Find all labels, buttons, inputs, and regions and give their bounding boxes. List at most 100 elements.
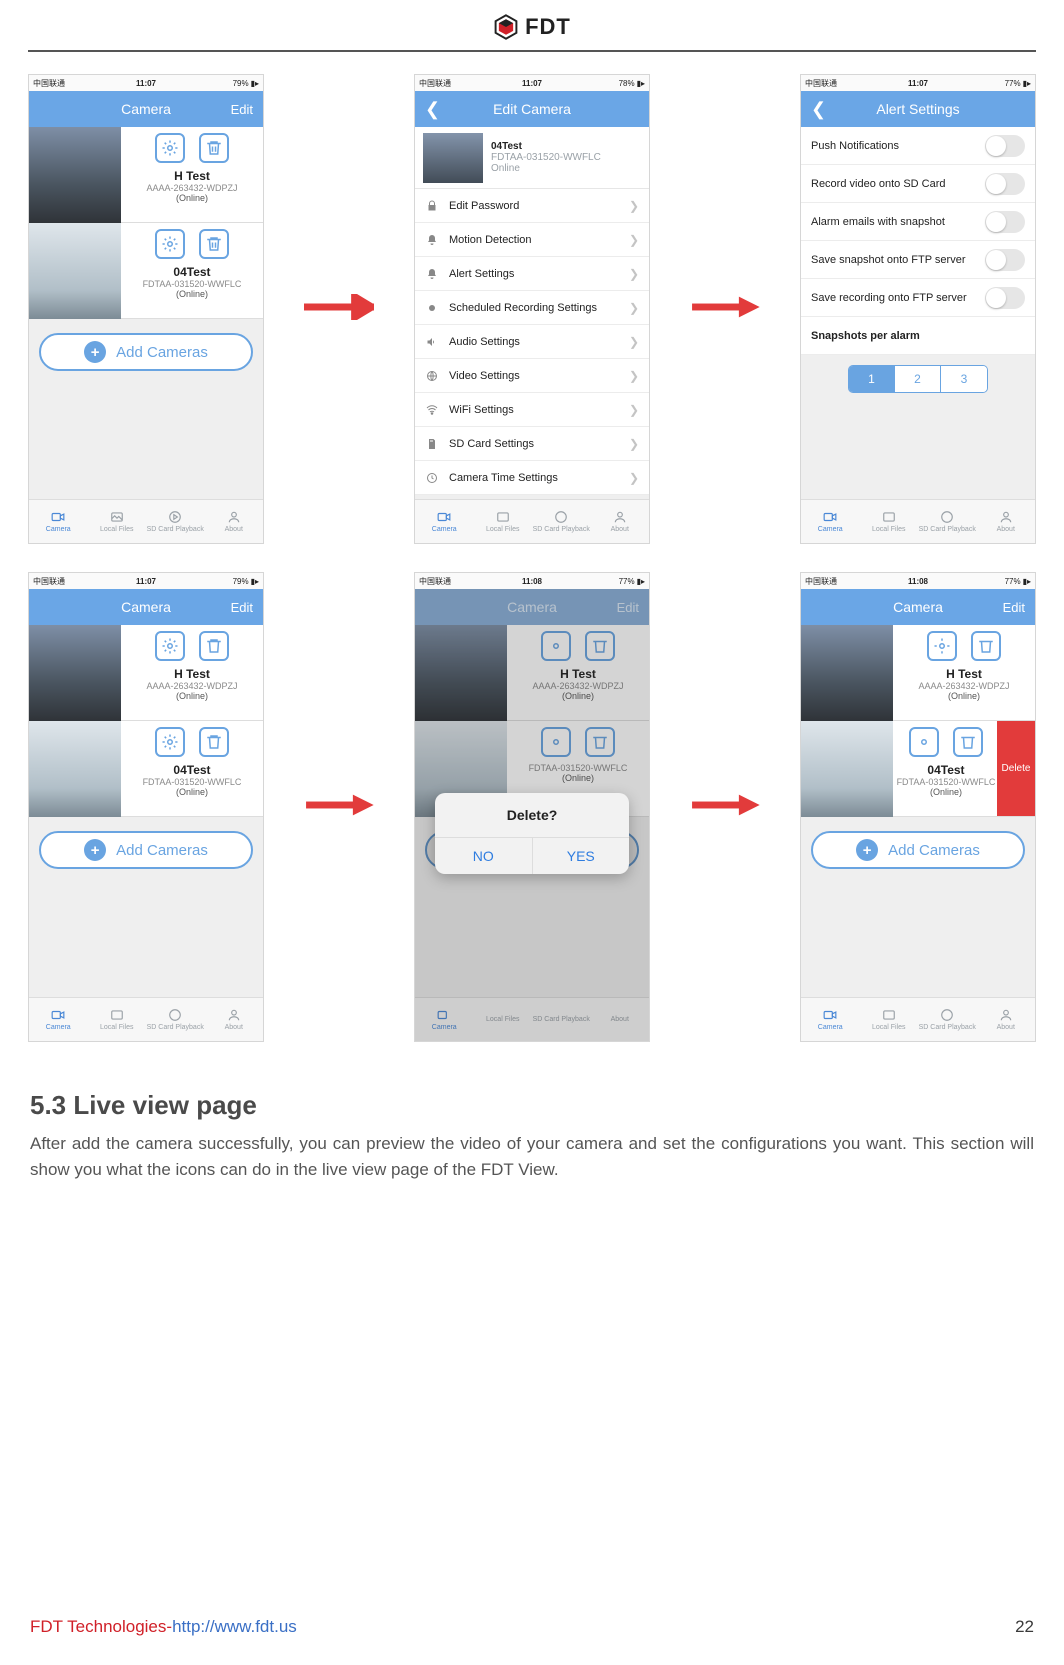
camera-card[interactable]: H Test AAAA-263432-WDPZJ (Online) (29, 625, 263, 721)
gear-icon[interactable] (155, 133, 185, 163)
status-bar: 中国联通 11:07 79% ▮▸ (29, 75, 263, 91)
tab-sdcard-playback[interactable]: SD Card Playback (146, 500, 205, 543)
tab-local-files[interactable]: Local Files (860, 500, 919, 543)
tab-about[interactable]: About (977, 998, 1036, 1041)
alert-row-email[interactable]: Alarm emails with snapshot (801, 203, 1035, 241)
phone-camera-list: 中国联通 11:07 79% ▮▸ Camera Edit H Test AAA… (28, 572, 264, 1042)
setting-wifi-settings[interactable]: WiFi Settings❯ (415, 393, 649, 427)
tab-about[interactable]: About (591, 500, 650, 543)
trash-icon[interactable] (199, 727, 229, 757)
add-cameras-button[interactable]: +Add Cameras (39, 831, 253, 869)
arrow-icon (690, 792, 760, 823)
globe-icon (425, 370, 439, 382)
gear-icon[interactable] (155, 727, 185, 757)
back-button[interactable]: ❮ (425, 100, 440, 118)
nav-edit-button[interactable]: Edit (617, 600, 639, 615)
back-button[interactable]: ❮ (811, 100, 826, 118)
tab-camera[interactable]: Camera (415, 500, 474, 543)
nav-edit-button[interactable]: Edit (231, 600, 253, 615)
setting-scheduled-recording[interactable]: Scheduled Recording Settings❯ (415, 291, 649, 325)
nav-title: Alert Settings (876, 101, 959, 117)
trash-icon[interactable] (199, 133, 229, 163)
alert-row-record[interactable]: Record video onto SD Card (801, 165, 1035, 203)
tab-local-files[interactable]: Local Files (88, 998, 147, 1041)
setting-sdcard-settings[interactable]: SD Card Settings❯ (415, 427, 649, 461)
setting-camera-time[interactable]: Camera Time Settings❯ (415, 461, 649, 495)
navbar: Camera Edit (29, 91, 263, 127)
tab-about[interactable]: About (205, 500, 264, 543)
add-cameras-button[interactable]: +Add Cameras (811, 831, 1025, 869)
camera-thumbnail[interactable] (29, 223, 121, 319)
camera-thumbnail[interactable] (801, 625, 893, 721)
camera-thumbnail[interactable] (29, 625, 121, 721)
add-cameras-button[interactable]: + Add Cameras (39, 333, 253, 371)
tab-sdcard-playback[interactable]: SD Card Playback (146, 998, 205, 1041)
tab-sdcard-playback[interactable]: SD Card Playback (918, 500, 977, 543)
trash-icon[interactable] (971, 631, 1001, 661)
tab-camera[interactable]: Camera (29, 500, 88, 543)
tab-camera[interactable]: Camera (801, 998, 860, 1041)
tab-sdcard-playback[interactable]: SD Card Playback (918, 998, 977, 1041)
camera-card-swiped[interactable]: 04Test FDTAA-031520-WWFLC (Online) Delet… (801, 721, 1035, 817)
nav-edit-button[interactable]: Edit (1003, 600, 1025, 615)
alert-row-push[interactable]: Push Notifications (801, 127, 1035, 165)
setting-motion-detection[interactable]: Motion Detection❯ (415, 223, 649, 257)
toggle-switch[interactable] (985, 249, 1025, 271)
tab-bar: Camera Local Files SD Card Playback Abou… (415, 499, 649, 543)
nav-edit-button[interactable]: Edit (231, 102, 253, 117)
tab-about[interactable]: About (205, 998, 264, 1041)
tab-local-files[interactable]: Local Files (474, 500, 533, 543)
sdcard-icon (425, 438, 439, 450)
gear-icon[interactable] (927, 631, 957, 661)
camera-card[interactable]: H Test AAAA-263432-WDPZJ (Online) (801, 625, 1035, 721)
arrow-icon (304, 792, 374, 823)
tab-camera[interactable]: Camera (29, 998, 88, 1041)
gear-icon[interactable] (909, 727, 939, 757)
seg-option-2[interactable]: 2 (895, 366, 941, 392)
dialog-no-button[interactable]: NO (435, 838, 533, 874)
dialog-yes-button[interactable]: YES (533, 838, 630, 874)
camera-card[interactable]: 04Test FDTAA-031520-WWFLC (Online) (29, 721, 263, 817)
plus-icon: + (856, 839, 878, 861)
delete-button[interactable]: Delete (997, 721, 1035, 816)
snapshots-segment[interactable]: 1 2 3 (848, 365, 988, 393)
camera-name: 04Test (173, 265, 210, 279)
delete-dialog: Delete? NO YES (435, 793, 629, 874)
toggle-switch[interactable] (985, 135, 1025, 157)
brand-name: FDT (525, 14, 571, 40)
camera-thumbnail[interactable] (29, 721, 121, 817)
toggle-switch[interactable] (985, 173, 1025, 195)
seg-option-1[interactable]: 1 (849, 366, 895, 392)
tab-about[interactable]: About (977, 500, 1036, 543)
tab-camera[interactable]: Camera (801, 500, 860, 543)
tab-sdcard-playback[interactable]: SD Card Playback (532, 500, 591, 543)
clock-icon (425, 472, 439, 484)
setting-alert-settings[interactable]: Alert Settings❯ (415, 257, 649, 291)
tab-local-files[interactable]: Local Files (88, 500, 147, 543)
setting-audio-settings[interactable]: Audio Settings❯ (415, 325, 649, 359)
footer-left: FDT Technologies-http://www.fdt.us (30, 1617, 297, 1637)
camera-thumbnail[interactable] (29, 127, 121, 223)
tab-local-files: Local Files (474, 998, 533, 1041)
toggle-switch[interactable] (985, 287, 1025, 309)
navbar: Camera Edit (801, 589, 1035, 625)
gear-icon[interactable] (155, 631, 185, 661)
tab-local-files[interactable]: Local Files (860, 998, 919, 1041)
camera-card[interactable]: H Test AAAA-263432-WDPZJ (Online) (29, 127, 263, 223)
tab-bar: Camera Local Files SD Card Playback Abou… (29, 499, 263, 543)
toggle-switch[interactable] (985, 211, 1025, 233)
alert-row-ftp-snap[interactable]: Save snapshot onto FTP server (801, 241, 1035, 279)
alert-row-ftp-rec[interactable]: Save recording onto FTP server (801, 279, 1035, 317)
seg-option-3[interactable]: 3 (941, 366, 987, 392)
setting-video-settings[interactable]: Video Settings❯ (415, 359, 649, 393)
trash-icon[interactable] (199, 229, 229, 259)
setting-edit-password[interactable]: Edit Password❯ (415, 189, 649, 223)
gear-icon[interactable] (155, 229, 185, 259)
phone-edit-camera: 中国联通 11:07 78% ▮▸ ❮ Edit Camera 04Test F… (414, 74, 650, 544)
nav-title: Camera (121, 101, 171, 117)
camera-card[interactable]: 04Test FDTAA-031520-WWFLC (Online) (29, 223, 263, 319)
chevron-right-icon: ❯ (629, 369, 639, 383)
row-1: 中国联通 11:07 79% ▮▸ Camera Edit H Test (28, 74, 1036, 544)
trash-icon[interactable] (953, 727, 983, 757)
trash-icon[interactable] (199, 631, 229, 661)
